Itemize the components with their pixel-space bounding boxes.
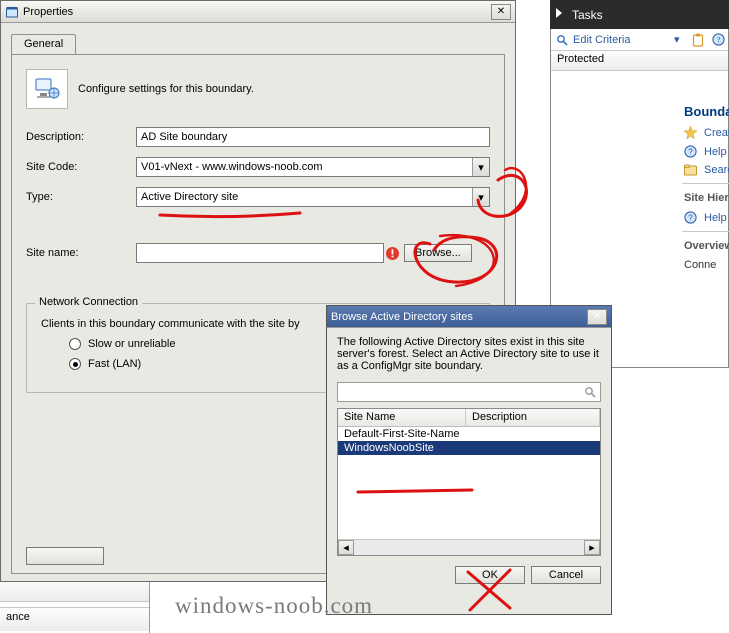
radio-slow-label: Slow or unreliable [88, 338, 175, 350]
boundary-icon [26, 69, 68, 109]
task-search[interactable]: Search [676, 161, 729, 179]
search-icon [551, 34, 573, 46]
boundaries-section-title: Boundar [676, 100, 729, 123]
overview-title: Overview [676, 236, 729, 256]
edit-criteria-label: Edit Criteria [573, 34, 674, 46]
sitecode-combo[interactable]: V01-vNext - www.windows-noob.com ▾ [136, 157, 490, 177]
chevron-right-icon: ▸ [589, 541, 595, 554]
help-icon: ? [684, 211, 698, 224]
site-name-cell: Default-First-Site-Name [344, 428, 594, 440]
chevron-down-icon: ▾ [674, 33, 688, 46]
browse-search-input[interactable] [338, 383, 580, 401]
chevron-down-icon: ▾ [478, 161, 484, 174]
close-button[interactable]: ✕ [587, 309, 607, 325]
browse-intro: The following Active Directory sites exi… [337, 336, 601, 372]
task-help-1-label: Help [704, 146, 727, 158]
divider [682, 183, 729, 184]
divider [682, 231, 729, 232]
svg-text:?: ? [716, 35, 720, 44]
type-label: Type: [26, 191, 136, 203]
task-search-label: Search [704, 164, 729, 176]
horizontal-scrollbar[interactable]: ◂ ▸ [338, 539, 600, 555]
search-icon [580, 386, 600, 398]
browse-button[interactable]: Browse... [404, 244, 472, 262]
radio-icon [69, 338, 81, 350]
task-help-1[interactable]: ? Help [676, 142, 729, 161]
scroll-left-button[interactable]: ◂ [338, 540, 354, 555]
tab-general[interactable]: General [11, 34, 76, 55]
sites-list-header[interactable]: Site Name Description [338, 409, 600, 427]
type-dropdown-button[interactable]: ▾ [472, 188, 489, 206]
list-item[interactable]: Default-First-Site-Name [338, 427, 600, 441]
cancel-button-label: Cancel [549, 569, 583, 581]
properties-titlebar[interactable]: Properties ✕ [1, 1, 515, 23]
radio-fast-label: Fast (LAN) [88, 358, 141, 370]
svg-text:?: ? [688, 213, 693, 222]
tab-strip: General [1, 23, 515, 54]
window-icon [5, 5, 19, 19]
scroll-right-button[interactable]: ▸ [584, 540, 600, 555]
sites-list[interactable]: Site Name Description Default-First-Site… [337, 408, 601, 556]
col-site-name[interactable]: Site Name [338, 409, 466, 426]
browse-button-label: Browse... [415, 247, 461, 259]
help-icon[interactable]: ? [708, 33, 728, 46]
tab-general-label: General [24, 38, 63, 50]
site-hierarchy-title: Site Hiera [676, 188, 729, 208]
sitecode-dropdown-button[interactable]: ▾ [472, 158, 489, 176]
warning-icon [384, 245, 400, 261]
tasks-header-label: Tasks [572, 8, 603, 22]
site-name-cell: WindowsNoobSite [344, 442, 594, 454]
help-icon: ? [684, 145, 698, 158]
browse-ad-sites-dialog: Browse Active Directory sites ✕ The foll… [326, 305, 612, 615]
network-legend: Network Connection [35, 296, 142, 308]
type-combo[interactable]: Active Directory site ▾ [136, 187, 490, 207]
close-icon: ✕ [497, 6, 505, 17]
task-help-2-label: Help [704, 212, 727, 224]
sitename-input[interactable] [136, 243, 384, 263]
overview-item[interactable]: Conne [676, 256, 729, 274]
close-button[interactable]: ✕ [491, 4, 511, 20]
browse-title: Browse Active Directory sites [331, 311, 473, 323]
fragment-label: ance [0, 607, 149, 631]
type-value: Active Directory site [137, 191, 472, 203]
watermark: windows-noob.com [175, 593, 373, 619]
tasks-header-bar[interactable]: Tasks [550, 0, 729, 29]
folder-search-icon [684, 164, 698, 176]
task-create[interactable]: Create [676, 123, 729, 142]
browse-search-box[interactable] [337, 382, 601, 402]
chevron-down-icon: ▾ [478, 191, 484, 204]
browse-titlebar[interactable]: Browse Active Directory sites ✕ [327, 306, 611, 328]
background-column-header[interactable]: Protected [551, 51, 728, 71]
dialog-button-cut[interactable] [26, 547, 104, 565]
cancel-button[interactable]: Cancel [531, 566, 601, 584]
sitecode-label: Site Code: [26, 161, 136, 173]
sitecode-value: V01-vNext - www.windows-noob.com [137, 161, 472, 173]
clipboard-icon[interactable] [688, 33, 708, 47]
list-item[interactable]: WindowsNoobSite [338, 441, 600, 455]
description-input[interactable] [136, 127, 490, 147]
svg-text:?: ? [688, 147, 693, 156]
edit-criteria-bar[interactable]: Edit Criteria ▾ ? [551, 29, 728, 51]
background-fragment: ance [0, 578, 150, 633]
chevron-left-icon: ◂ [343, 541, 349, 554]
sitename-label: Site name: [26, 247, 136, 259]
tasks-side-panel: Boundar Create ? Help Search Site Hiera … [676, 100, 729, 274]
ok-button[interactable]: OK [455, 566, 525, 584]
col-description[interactable]: Description [466, 409, 600, 426]
intro-text: Configure settings for this boundary. [78, 83, 254, 95]
task-help-2[interactable]: ? Help [676, 208, 729, 227]
task-create-label: Create [704, 127, 729, 139]
properties-title: Properties [23, 6, 73, 18]
description-label: Description: [26, 131, 136, 143]
close-icon: ✕ [593, 311, 601, 322]
ok-button-label: OK [482, 569, 498, 581]
overview-item-label: Conne [684, 259, 716, 271]
radio-icon [69, 358, 81, 370]
star-icon [684, 126, 698, 139]
